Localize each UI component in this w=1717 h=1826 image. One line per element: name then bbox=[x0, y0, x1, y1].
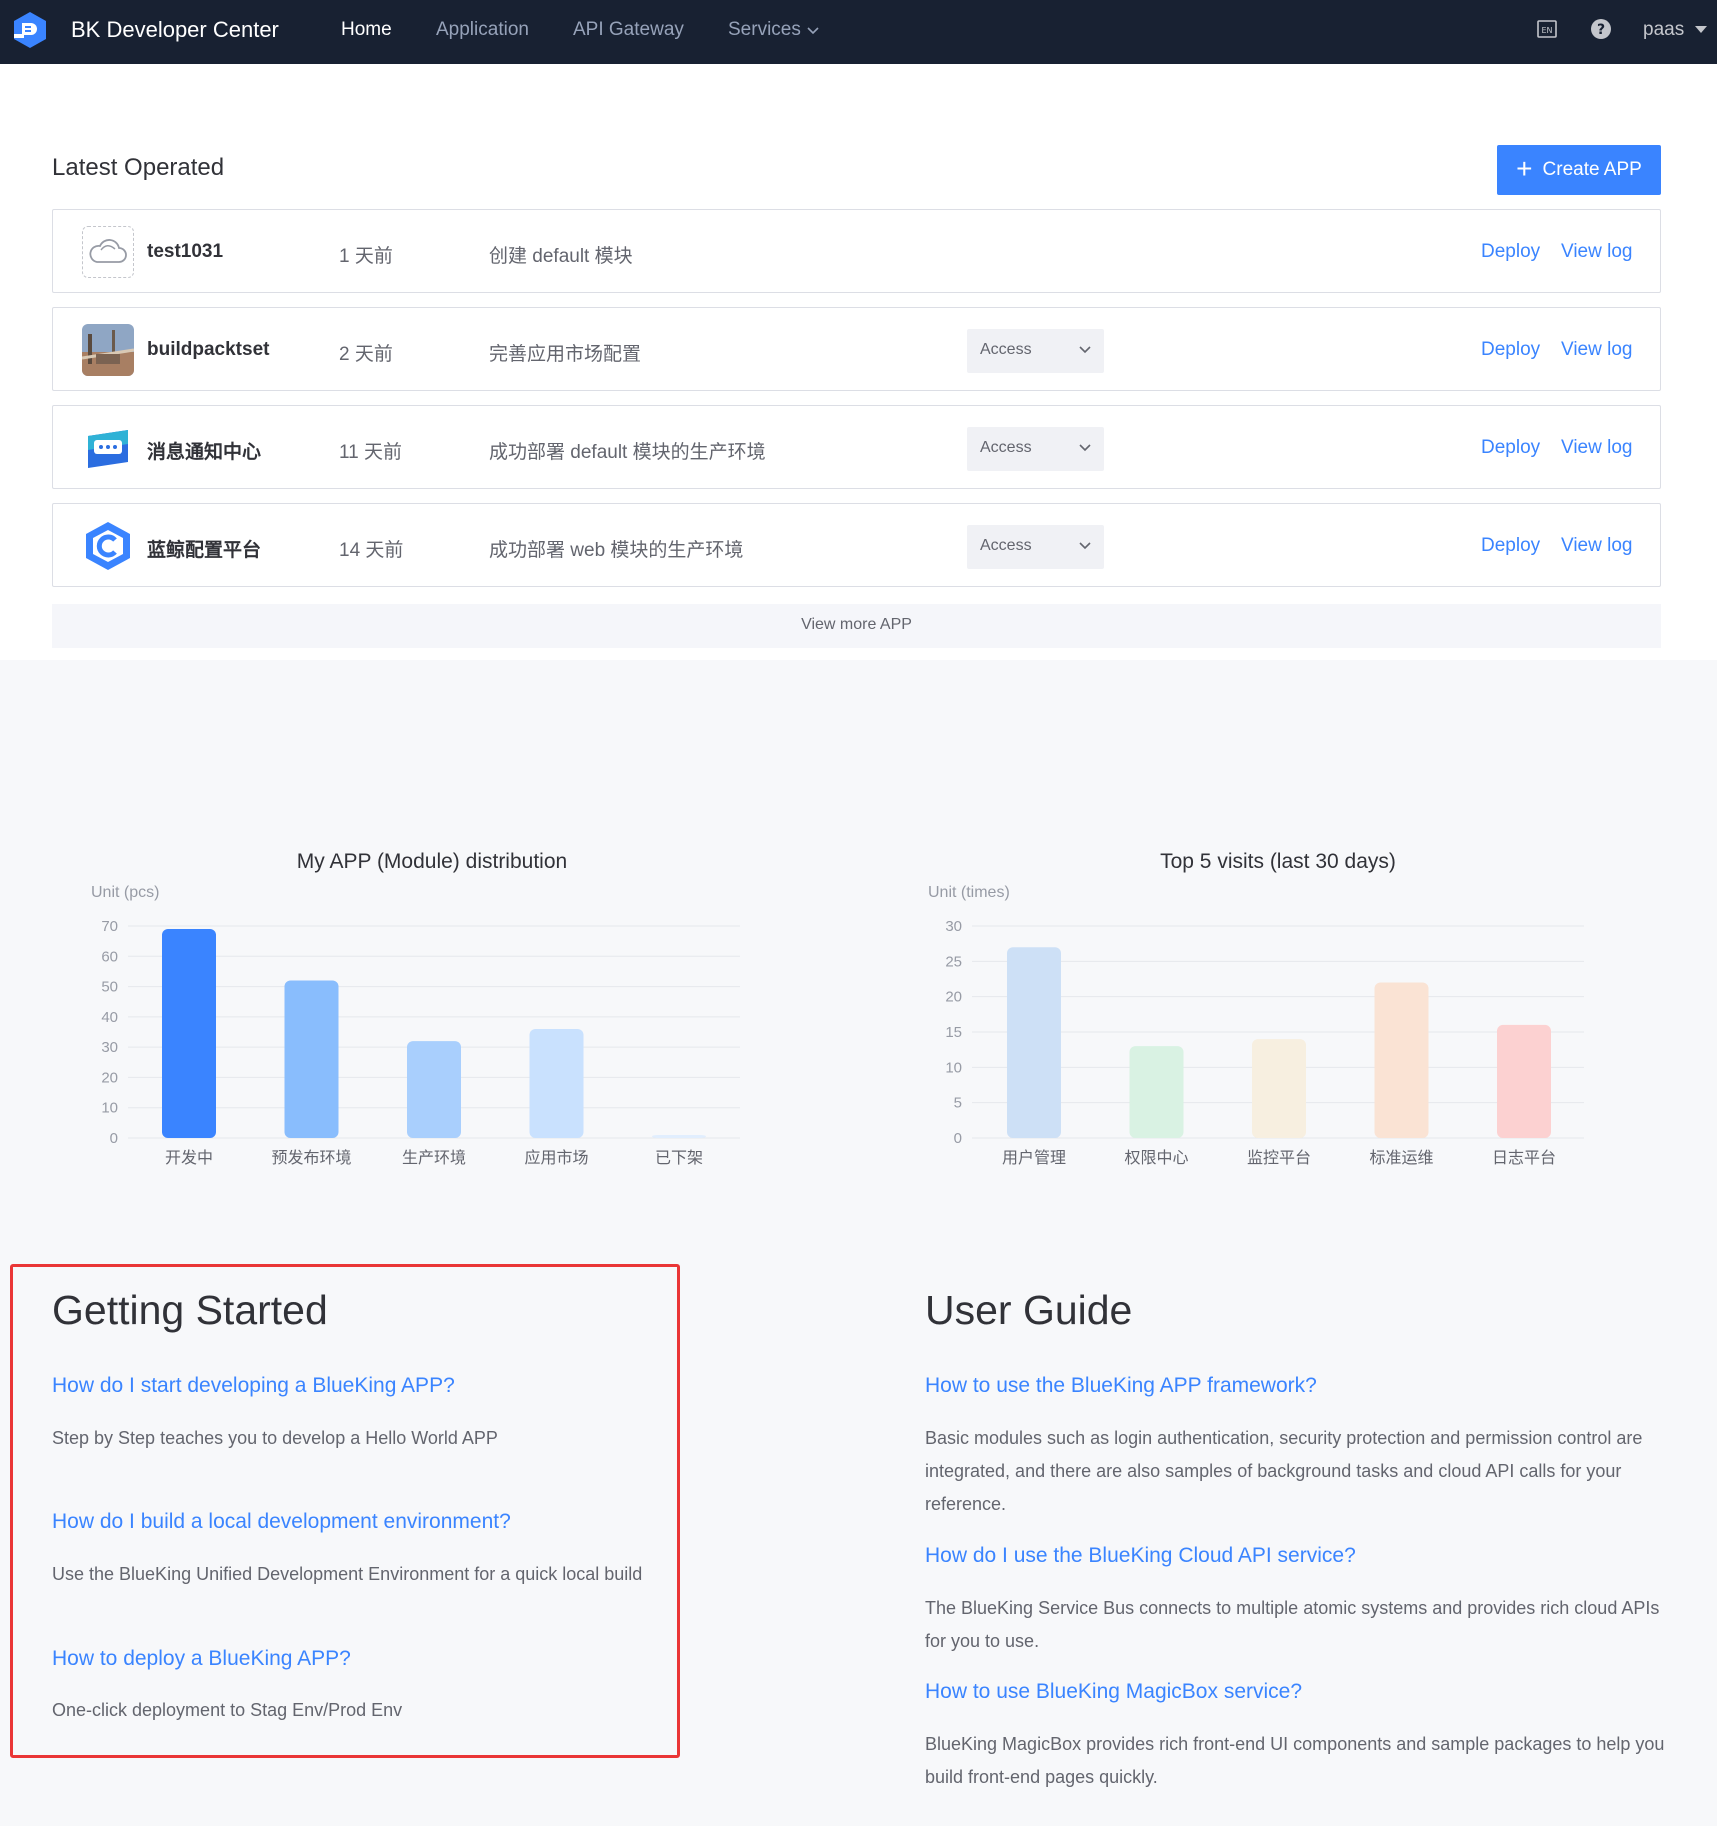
guide-link[interactable]: How do I build a local development envir… bbox=[52, 1510, 511, 1534]
y-tick-label: 15 bbox=[945, 1024, 962, 1041]
y-tick-label: 70 bbox=[101, 918, 118, 935]
x-category-label: 标准运维 bbox=[1369, 1148, 1433, 1167]
x-category-label: 用户管理 bbox=[1002, 1148, 1066, 1167]
y-tick-label: 20 bbox=[945, 989, 962, 1006]
guide-description: One-click deployment to Stag Env/Prod En… bbox=[52, 1700, 403, 1720]
guide-description: Use the BlueKing Unified Development Env… bbox=[52, 1564, 643, 1584]
bar bbox=[162, 929, 216, 1138]
bar bbox=[1374, 982, 1429, 1138]
y-tick-label: 40 bbox=[101, 1009, 118, 1026]
guide-link[interactable]: How do I use the BlueKing Cloud API serv… bbox=[925, 1544, 1356, 1568]
y-tick-label: 10 bbox=[101, 1100, 118, 1117]
y-tick-label: 10 bbox=[945, 1059, 962, 1076]
y-axis-unit-label: Unit (pcs) bbox=[91, 884, 159, 901]
bar bbox=[407, 1041, 461, 1138]
bar bbox=[652, 1134, 706, 1138]
y-tick-label: 20 bbox=[101, 1069, 118, 1086]
y-tick-label: 30 bbox=[101, 1039, 118, 1056]
x-category-label: 已下架 bbox=[655, 1148, 703, 1167]
guide-link[interactable]: How do I start developing a BlueKing APP… bbox=[52, 1374, 455, 1398]
x-category-label: 生产环境 bbox=[402, 1148, 466, 1167]
bar bbox=[1007, 947, 1061, 1138]
y-tick-label: 25 bbox=[945, 953, 962, 970]
getting-started-title: Getting Started bbox=[52, 1287, 328, 1333]
bar bbox=[529, 1028, 584, 1138]
y-axis-unit-label: Unit (times) bbox=[928, 884, 1010, 901]
y-tick-label: 30 bbox=[945, 918, 962, 935]
guide-link[interactable]: How to deploy a BlueKing APP? bbox=[52, 1647, 351, 1671]
guide-description: BlueKing MagicBox provides rich front-en… bbox=[925, 1734, 1665, 1787]
x-category-label: 日志平台 bbox=[1492, 1148, 1556, 1167]
y-tick-label: 50 bbox=[101, 979, 118, 996]
y-tick-label: 0 bbox=[110, 1130, 118, 1147]
guide-link[interactable]: How to use BlueKing MagicBox service? bbox=[925, 1680, 1302, 1704]
guide-description: Step by Step teaches you to develop a He… bbox=[52, 1428, 498, 1448]
guide-description: The BlueKing Service Bus connects to mul… bbox=[925, 1598, 1660, 1651]
user-guide-title: User Guide bbox=[925, 1287, 1133, 1333]
guide-description: Basic modules such as login authenticati… bbox=[925, 1428, 1643, 1514]
y-tick-label: 60 bbox=[101, 948, 118, 965]
y-tick-label: 0 bbox=[954, 1130, 962, 1147]
x-category-label: 开发中 bbox=[165, 1148, 213, 1167]
x-category-label: 预发布环境 bbox=[271, 1148, 351, 1167]
x-category-label: 权限中心 bbox=[1124, 1148, 1188, 1167]
guide-link[interactable]: How to use the BlueKing APP framework? bbox=[925, 1374, 1317, 1398]
bar bbox=[1252, 1039, 1306, 1138]
bar bbox=[1497, 1024, 1551, 1138]
x-category-label: 监控平台 bbox=[1247, 1148, 1311, 1167]
bar bbox=[284, 980, 339, 1138]
y-tick-label: 5 bbox=[954, 1095, 962, 1112]
x-category-label: 应用市场 bbox=[524, 1148, 588, 1167]
bar bbox=[1129, 1046, 1184, 1138]
charts-canvas: Unit (pcs)010203040506070开发中 预发布环境 生产环境 应用市… bbox=[91, 884, 1584, 1167]
